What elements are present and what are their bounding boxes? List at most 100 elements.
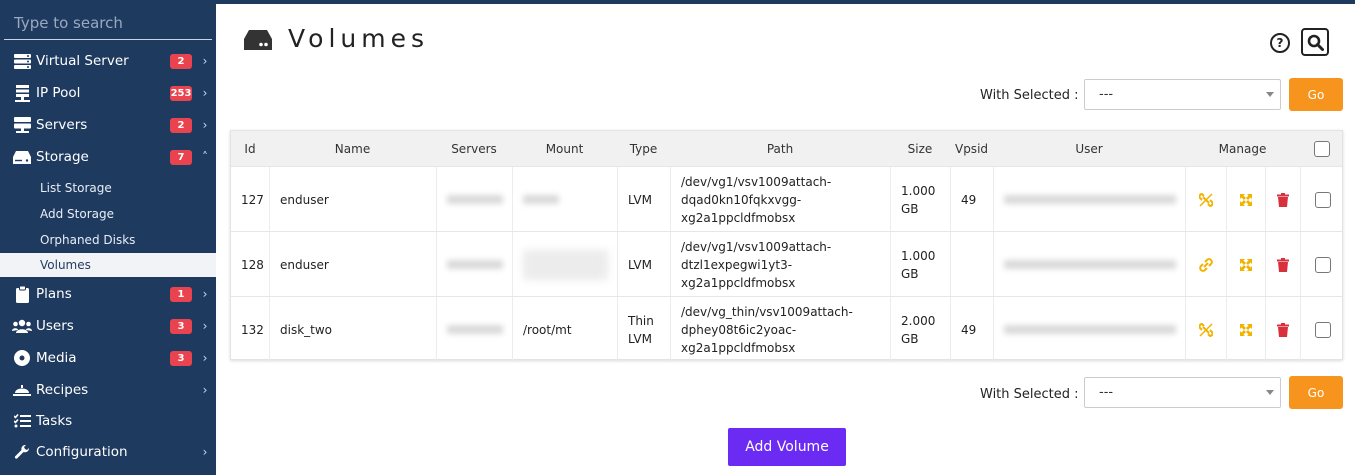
cell-mount: /root/mt: [512, 297, 617, 362]
count-badge: 2: [170, 117, 192, 133]
servers-monitor-icon: [12, 116, 32, 134]
path-line: dtzl1expegwi1yt3-: [681, 257, 793, 272]
path-line: dqad0kn10fqkxvgg-: [681, 192, 802, 207]
cell-vpsid: [950, 232, 993, 297]
sidebar-subitem-orphaned-disks[interactable]: Orphaned Disks: [0, 228, 216, 252]
column-header-vpsid: Vpsid: [954, 141, 989, 156]
sidebar-item-recipes[interactable]: Recipes ›: [0, 376, 216, 404]
unlink-icon[interactable]: [1199, 322, 1213, 337]
cell-path: /dev/vg1/vsv1009attach-dqad0kn10fqkxvgg-…: [670, 167, 890, 232]
sidebar-item-users[interactable]: Users 3 ›: [0, 312, 216, 340]
sidebar-item-plans[interactable]: Plans 1 ›: [0, 280, 216, 308]
resize-icon[interactable]: [1240, 193, 1252, 206]
row-checkbox[interactable]: [1314, 321, 1331, 338]
cell-link: [1185, 232, 1226, 297]
sidebar-subitem-volumes[interactable]: Volumes: [0, 253, 216, 277]
select-all-cell: [1300, 131, 1344, 166]
sidebar-item-tasks[interactable]: Tasks: [0, 407, 216, 435]
resize-icon[interactable]: [1240, 323, 1252, 336]
sidebar-item-label: Configuration: [36, 444, 128, 460]
path-line: /dev/vg1/vsv1009attach-: [681, 239, 832, 254]
count-badge: 3: [170, 318, 192, 334]
chevron-right-icon: ›: [202, 351, 208, 365]
sidebar-item-label: Tasks: [36, 413, 73, 429]
add-volume-button[interactable]: Add Volume: [728, 428, 846, 466]
count-badge: 1: [170, 286, 192, 302]
chevron-right-icon: ›: [202, 445, 208, 459]
cell-resize: [1226, 232, 1265, 297]
table-row: 127 enduser LVM /dev/vg1/vsv1009attach-d…: [231, 166, 1344, 232]
users-icon: [12, 317, 32, 335]
cell-size: 1.000 GB: [890, 167, 950, 232]
cell-type: LVM: [617, 232, 670, 297]
cell-delete: [1265, 297, 1300, 362]
column-header-id: Id: [244, 141, 256, 156]
cell-select: [1300, 167, 1344, 232]
cell-size: 1.000 GB: [890, 232, 950, 297]
resize-icon[interactable]: [1240, 258, 1252, 271]
unlink-icon[interactable]: [1199, 192, 1213, 207]
hard-drive-icon: [12, 148, 32, 166]
link-icon[interactable]: [1199, 257, 1213, 272]
trash-icon[interactable]: [1277, 192, 1289, 207]
cell-type: LVM: [617, 167, 670, 232]
column-header-type: Type: [629, 141, 658, 156]
sidebar-search: [4, 6, 212, 40]
cell-type: Thin LVM: [617, 297, 670, 362]
size-value: 1.000: [901, 183, 936, 198]
count-badge: 7: [170, 149, 192, 165]
cell-delete: [1265, 232, 1300, 297]
row-checkbox[interactable]: [1314, 191, 1331, 208]
sidebar: Virtual Server 2 › IP Pool 253 › Servers…: [0, 0, 216, 475]
sidebar-item-label: Recipes: [36, 382, 89, 398]
path-line: xg2a1ppcldfmobsx: [681, 210, 796, 225]
cell-mount: [512, 232, 617, 297]
cell-vpsid: 49: [950, 297, 993, 362]
search-icon: [1307, 34, 1324, 51]
size-value: 2.000: [901, 313, 936, 328]
row-checkbox[interactable]: [1314, 256, 1331, 273]
chevron-right-icon: ›: [202, 383, 208, 397]
size-value: 1.000: [901, 248, 936, 263]
help-icon[interactable]: ?: [1270, 33, 1290, 53]
column-header-name: Name: [334, 141, 371, 156]
trash-icon[interactable]: [1277, 257, 1289, 272]
select-value: ---: [1099, 385, 1114, 400]
column-header-servers: Servers: [451, 141, 497, 156]
cell-select: [1300, 232, 1344, 297]
sidebar-item-configuration[interactable]: Configuration ›: [0, 438, 216, 466]
go-button-bottom[interactable]: Go: [1289, 376, 1343, 409]
chevron-right-icon: ›: [202, 118, 208, 132]
cell-name: disk_two: [269, 297, 436, 362]
trash-icon[interactable]: [1277, 322, 1289, 337]
search-input[interactable]: [4, 6, 212, 39]
go-button-top[interactable]: Go: [1289, 78, 1343, 111]
select-all-checkbox[interactable]: [1314, 140, 1330, 157]
select-value: ---: [1099, 87, 1114, 102]
wrench-icon: [12, 443, 32, 461]
sidebar-item-servers[interactable]: Servers 2 ›: [0, 111, 216, 139]
cell-servers-redacted: [436, 297, 512, 362]
cell-name: enduser: [269, 232, 436, 297]
sidebar-item-virtual-server[interactable]: Virtual Server 2 ›: [0, 47, 216, 75]
sidebar-item-media[interactable]: Media 3 ›: [0, 344, 216, 372]
path-line: dphey08t6ic2yoac-: [681, 322, 797, 337]
search-button[interactable]: [1301, 28, 1329, 56]
sidebar-item-ip-pool[interactable]: IP Pool 253 ›: [0, 79, 216, 107]
cell-link: [1185, 167, 1226, 232]
chevron-right-icon: ›: [202, 319, 208, 333]
sidebar-subitem-list-storage[interactable]: List Storage: [0, 176, 216, 200]
cell-path: /dev/vg1/vsv1009attach-dtzl1expegwi1yt3-…: [670, 232, 890, 297]
sidebar-item-storage[interactable]: Storage 7 ˄: [0, 143, 216, 171]
server-rack-icon: [12, 52, 32, 70]
cell-link: [1185, 297, 1226, 362]
with-selected-select[interactable]: ---: [1084, 79, 1281, 110]
column-header-path: Path: [766, 141, 794, 156]
disc-icon: [12, 349, 32, 367]
path-line: /dev/vg_thin/vsv1009attach-: [681, 304, 853, 319]
with-selected-select-bottom[interactable]: ---: [1084, 377, 1281, 408]
sidebar-subitem-add-storage[interactable]: Add Storage: [0, 202, 216, 226]
column-header-mount: Mount: [545, 141, 584, 156]
sidebar-item-label: Servers: [36, 117, 88, 133]
column-header-manage: Manage: [1218, 141, 1267, 156]
